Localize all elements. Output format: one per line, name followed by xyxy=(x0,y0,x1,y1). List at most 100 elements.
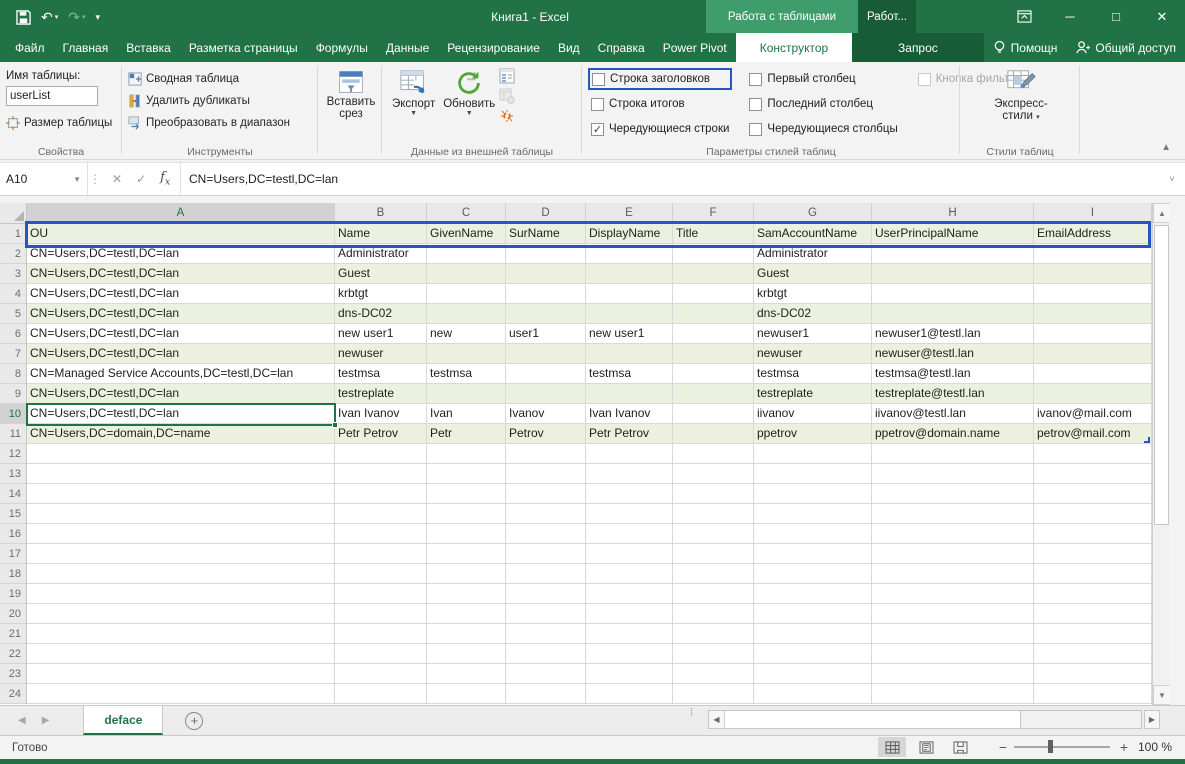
cell-E1[interactable]: DisplayName xyxy=(586,224,673,244)
resize-table-button[interactable]: Размер таблицы xyxy=(6,112,118,134)
row-header-12[interactable]: 12 xyxy=(0,444,27,464)
cell-E11[interactable]: Petr Petrov xyxy=(586,424,673,444)
cell-B15[interactable] xyxy=(335,504,427,524)
cell-A4[interactable]: CN=Users,DC=testl,DC=lan xyxy=(27,284,335,304)
next-sheet-icon[interactable]: ▶ xyxy=(42,715,50,726)
cell-G15[interactable] xyxy=(754,504,872,524)
cell-G10[interactable]: iivanov xyxy=(754,404,872,424)
cell-C1[interactable]: GivenName xyxy=(427,224,506,244)
cell-B4[interactable]: krbtgt xyxy=(335,284,427,304)
table-name-input[interactable] xyxy=(6,86,98,106)
cell-I18[interactable] xyxy=(1034,564,1152,584)
cell-A16[interactable] xyxy=(27,524,335,544)
cell-G11[interactable]: ppetrov xyxy=(754,424,872,444)
cell-H1[interactable]: UserPrincipalName xyxy=(872,224,1034,244)
cell-A7[interactable]: CN=Users,DC=testl,DC=lan xyxy=(27,344,335,364)
name-box-dropdown-icon[interactable]: ▼ xyxy=(73,175,81,184)
cell-B17[interactable] xyxy=(335,544,427,564)
export-button[interactable]: Экспорт ▼ xyxy=(388,66,439,119)
cell-D11[interactable]: Petrov xyxy=(506,424,586,444)
cell-F6[interactable] xyxy=(673,324,754,344)
cell-B2[interactable]: Administrator xyxy=(335,244,427,264)
cell-C24[interactable] xyxy=(427,684,506,704)
checkbox-последний-столбец[interactable]: Последний столбец xyxy=(746,93,900,115)
row-header-11[interactable]: 11 xyxy=(0,424,27,444)
cell-D9[interactable] xyxy=(506,384,586,404)
cell-G18[interactable] xyxy=(754,564,872,584)
cell-B3[interactable]: Guest xyxy=(335,264,427,284)
cell-E21[interactable] xyxy=(586,624,673,644)
cell-I14[interactable] xyxy=(1034,484,1152,504)
cell-B21[interactable] xyxy=(335,624,427,644)
cell-F16[interactable] xyxy=(673,524,754,544)
cell-C22[interactable] xyxy=(427,644,506,664)
cell-F21[interactable] xyxy=(673,624,754,644)
cell-H10[interactable]: iivanov@testl.lan xyxy=(872,404,1034,424)
cell-F14[interactable] xyxy=(673,484,754,504)
cell-C6[interactable]: new xyxy=(427,324,506,344)
row-header-10[interactable]: 10 xyxy=(0,404,27,424)
cell-G2[interactable]: Administrator xyxy=(754,244,872,264)
cell-C23[interactable] xyxy=(427,664,506,684)
checked-checkbox-icon[interactable]: ✓ xyxy=(591,123,604,136)
cell-A9[interactable]: CN=Users,DC=testl,DC=lan xyxy=(27,384,335,404)
cell-F22[interactable] xyxy=(673,644,754,664)
undo-icon[interactable]: ↶▾ xyxy=(41,9,58,26)
tab-общий-доступ[interactable]: Общий доступ xyxy=(1066,33,1185,62)
cell-B11[interactable]: Petr Petrov xyxy=(335,424,427,444)
checkbox-строка-заголовков[interactable]: Строка заголовков xyxy=(588,68,732,90)
cell-B22[interactable] xyxy=(335,644,427,664)
cell-D13[interactable] xyxy=(506,464,586,484)
cell-I17[interactable] xyxy=(1034,544,1152,564)
row-header-13[interactable]: 13 xyxy=(0,464,27,484)
column-header-D[interactable]: D xyxy=(506,203,586,224)
cell-D2[interactable] xyxy=(506,244,586,264)
cell-B23[interactable] xyxy=(335,664,427,684)
cell-D10[interactable]: Ivanov xyxy=(506,404,586,424)
cell-H4[interactable] xyxy=(872,284,1034,304)
cell-G13[interactable] xyxy=(754,464,872,484)
column-header-H[interactable]: H xyxy=(872,203,1034,224)
tab-формулы[interactable]: Формулы xyxy=(307,33,377,62)
cell-B14[interactable] xyxy=(335,484,427,504)
cell-A2[interactable]: CN=Users,DC=testl,DC=lan xyxy=(27,244,335,264)
cell-G8[interactable]: testmsa xyxy=(754,364,872,384)
cell-H11[interactable]: ppetrov@domain.name xyxy=(872,424,1034,444)
tab-помощн[interactable]: Помощн xyxy=(984,33,1067,62)
cell-G4[interactable]: krbtgt xyxy=(754,284,872,304)
cell-G1[interactable]: SamAccountName xyxy=(754,224,872,244)
tab-главная[interactable]: Главная xyxy=(54,33,118,62)
cell-D22[interactable] xyxy=(506,644,586,664)
cell-F15[interactable] xyxy=(673,504,754,524)
cell-F24[interactable] xyxy=(673,684,754,704)
cell-D6[interactable]: user1 xyxy=(506,324,586,344)
cell-I16[interactable] xyxy=(1034,524,1152,544)
pivot-table-button[interactable]: Сводная таблица xyxy=(128,68,314,90)
formula-input[interactable]: CN=Users,DC=testl,DC=lan xyxy=(181,163,1159,195)
tab-power-pivot[interactable]: Power Pivot xyxy=(654,33,736,62)
cell-G7[interactable]: newuser xyxy=(754,344,872,364)
cell-D12[interactable] xyxy=(506,444,586,464)
cell-E23[interactable] xyxy=(586,664,673,684)
cell-I20[interactable] xyxy=(1034,604,1152,624)
cell-H23[interactable] xyxy=(872,664,1034,684)
cell-I3[interactable] xyxy=(1034,264,1152,284)
cell-D19[interactable] xyxy=(506,584,586,604)
row-header-8[interactable]: 8 xyxy=(0,364,27,384)
expand-formula-bar-icon[interactable]: ˅ xyxy=(1159,163,1185,195)
cell-B10[interactable]: Ivan Ivanov xyxy=(335,404,427,424)
cell-C21[interactable] xyxy=(427,624,506,644)
cell-I13[interactable] xyxy=(1034,464,1152,484)
cell-E12[interactable] xyxy=(586,444,673,464)
cell-I22[interactable] xyxy=(1034,644,1152,664)
vertical-scrollbar[interactable]: ▲ ▼ xyxy=(1152,203,1170,705)
scroll-down-icon[interactable]: ▼ xyxy=(1153,685,1171,705)
unchecked-checkbox-icon[interactable] xyxy=(749,98,762,111)
cell-H9[interactable]: testreplate@testl.lan xyxy=(872,384,1034,404)
cell-F5[interactable] xyxy=(673,304,754,324)
cell-A10[interactable]: CN=Users,DC=testl,DC=lan xyxy=(27,404,335,424)
convert-to-range-button[interactable]: Преобразовать в диапазон xyxy=(128,112,314,134)
page-break-view-icon[interactable] xyxy=(946,737,974,757)
unlink-icon[interactable] xyxy=(499,108,515,124)
cell-G5[interactable]: dns-DC02 xyxy=(754,304,872,324)
